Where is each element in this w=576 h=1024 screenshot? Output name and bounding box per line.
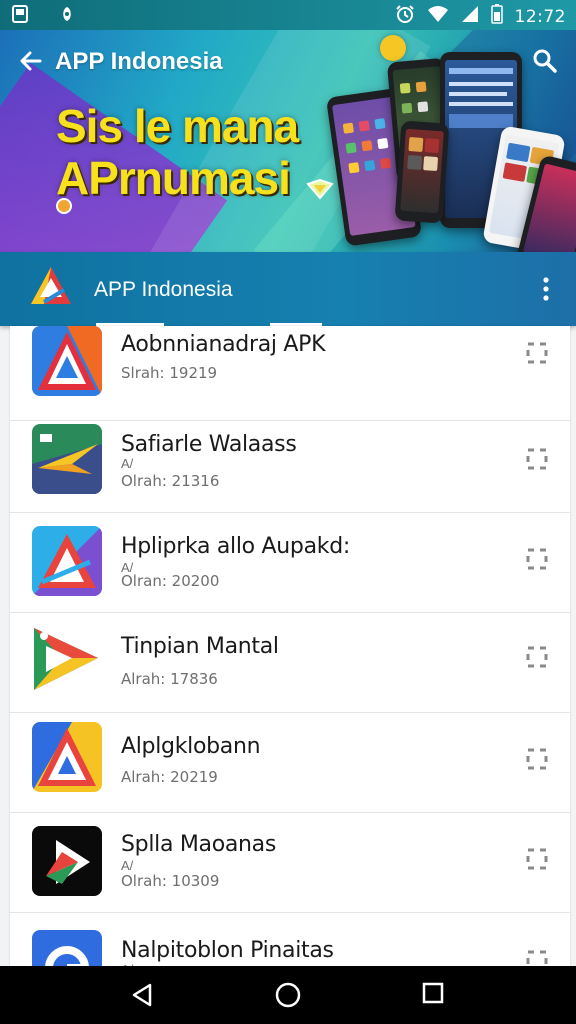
app-logo-icon[interactable]	[28, 264, 74, 310]
battery-icon	[490, 4, 503, 29]
decorative-dot-icon	[56, 198, 72, 214]
blue-triangle-icon	[32, 526, 102, 596]
app-size: Olrah: 10309	[121, 872, 220, 890]
list-item[interactable]: Tinpian Mantal Alrah: 17836	[10, 612, 570, 713]
app-bar: APP Indonesia	[0, 252, 576, 326]
status-bar: 12:72	[0, 0, 576, 30]
app-size: Alrah: 20219	[121, 768, 218, 786]
banner-headline: Sis le mana APrnumasi	[56, 100, 316, 204]
red-triangle-a-icon	[32, 326, 102, 396]
decorative-dot-icon	[380, 35, 406, 61]
gem-icon	[306, 178, 334, 200]
signal-icon	[461, 5, 479, 28]
list-item[interactable]: Hpliprka allo Aupakd: A/ Olran: 20200	[10, 512, 570, 613]
headline-line-2: APrnumasi	[56, 152, 291, 204]
back-arrow-icon[interactable]	[18, 48, 44, 79]
app-name: Nalpitoblon Pinaitas	[121, 938, 334, 963]
list-item[interactable]: Aobnnianadraj APK Slrah: 19219	[10, 326, 570, 421]
app-size: Alrah: 17836	[121, 670, 218, 688]
download-icon[interactable]	[526, 448, 548, 470]
headline-line-1: Sis le mana	[56, 100, 299, 152]
app-marker: A/	[121, 456, 134, 471]
banner-title: APP Indonesia	[55, 48, 223, 75]
download-icon[interactable]	[526, 848, 548, 870]
app-name: Aobnnianadraj APK	[121, 332, 326, 357]
yellow-a-icon	[32, 722, 102, 792]
app-list: Aobnnianadraj APK Slrah: 19219 Safiarle …	[10, 326, 570, 966]
recents-nav-icon[interactable]	[422, 982, 444, 1004]
download-icon[interactable]	[526, 342, 548, 364]
back-nav-icon[interactable]	[130, 982, 154, 1008]
app-name: Alplgklobann	[121, 734, 261, 759]
download-icon[interactable]	[526, 646, 548, 668]
app-size: Olrah: 21316	[121, 472, 220, 490]
phone-illustration	[394, 120, 450, 224]
alarm-icon	[395, 4, 415, 29]
yellow-arrow-icon	[32, 424, 102, 494]
notification-icon	[12, 5, 28, 28]
g-logo-icon	[32, 930, 102, 966]
app-name: Hpliprka allo Aupakd:	[121, 534, 350, 559]
promo-banner[interactable]: APP Indonesia Sis le mana APrnumasi	[0, 30, 576, 252]
navigation-bar	[0, 966, 576, 1024]
wifi-icon	[427, 5, 449, 28]
list-item[interactable]: Splla Maoanas A/ Olrah: 10309	[10, 812, 570, 913]
app-bar-title: APP Indonesia	[94, 278, 233, 301]
app-name: Safiarle Walaass	[121, 432, 297, 457]
status-time: 12:72	[514, 6, 566, 27]
app-size: Slrah: 19219	[121, 364, 218, 382]
download-icon[interactable]	[526, 748, 548, 770]
app-name: Splla Maoanas	[121, 832, 277, 857]
search-icon[interactable]	[532, 48, 558, 79]
app-size: Olran: 20200	[121, 572, 220, 590]
app-name: Tinpian Mantal	[121, 634, 279, 659]
download-icon[interactable]	[526, 950, 548, 966]
play-icon	[32, 826, 102, 896]
list-item[interactable]: Nalpitoblon Pinaitas A/	[10, 914, 570, 966]
more-options-icon[interactable]	[542, 276, 550, 307]
app-marker: A/	[121, 858, 134, 873]
home-nav-icon[interactable]	[275, 982, 301, 1008]
download-icon[interactable]	[526, 548, 548, 570]
list-item[interactable]: Alplgklobann Alrah: 20219	[10, 712, 570, 813]
app-icon	[60, 6, 74, 27]
green-triangle-icon	[32, 624, 102, 694]
list-item[interactable]: Safiarle Walaass A/ Olrah: 21316	[10, 412, 570, 513]
